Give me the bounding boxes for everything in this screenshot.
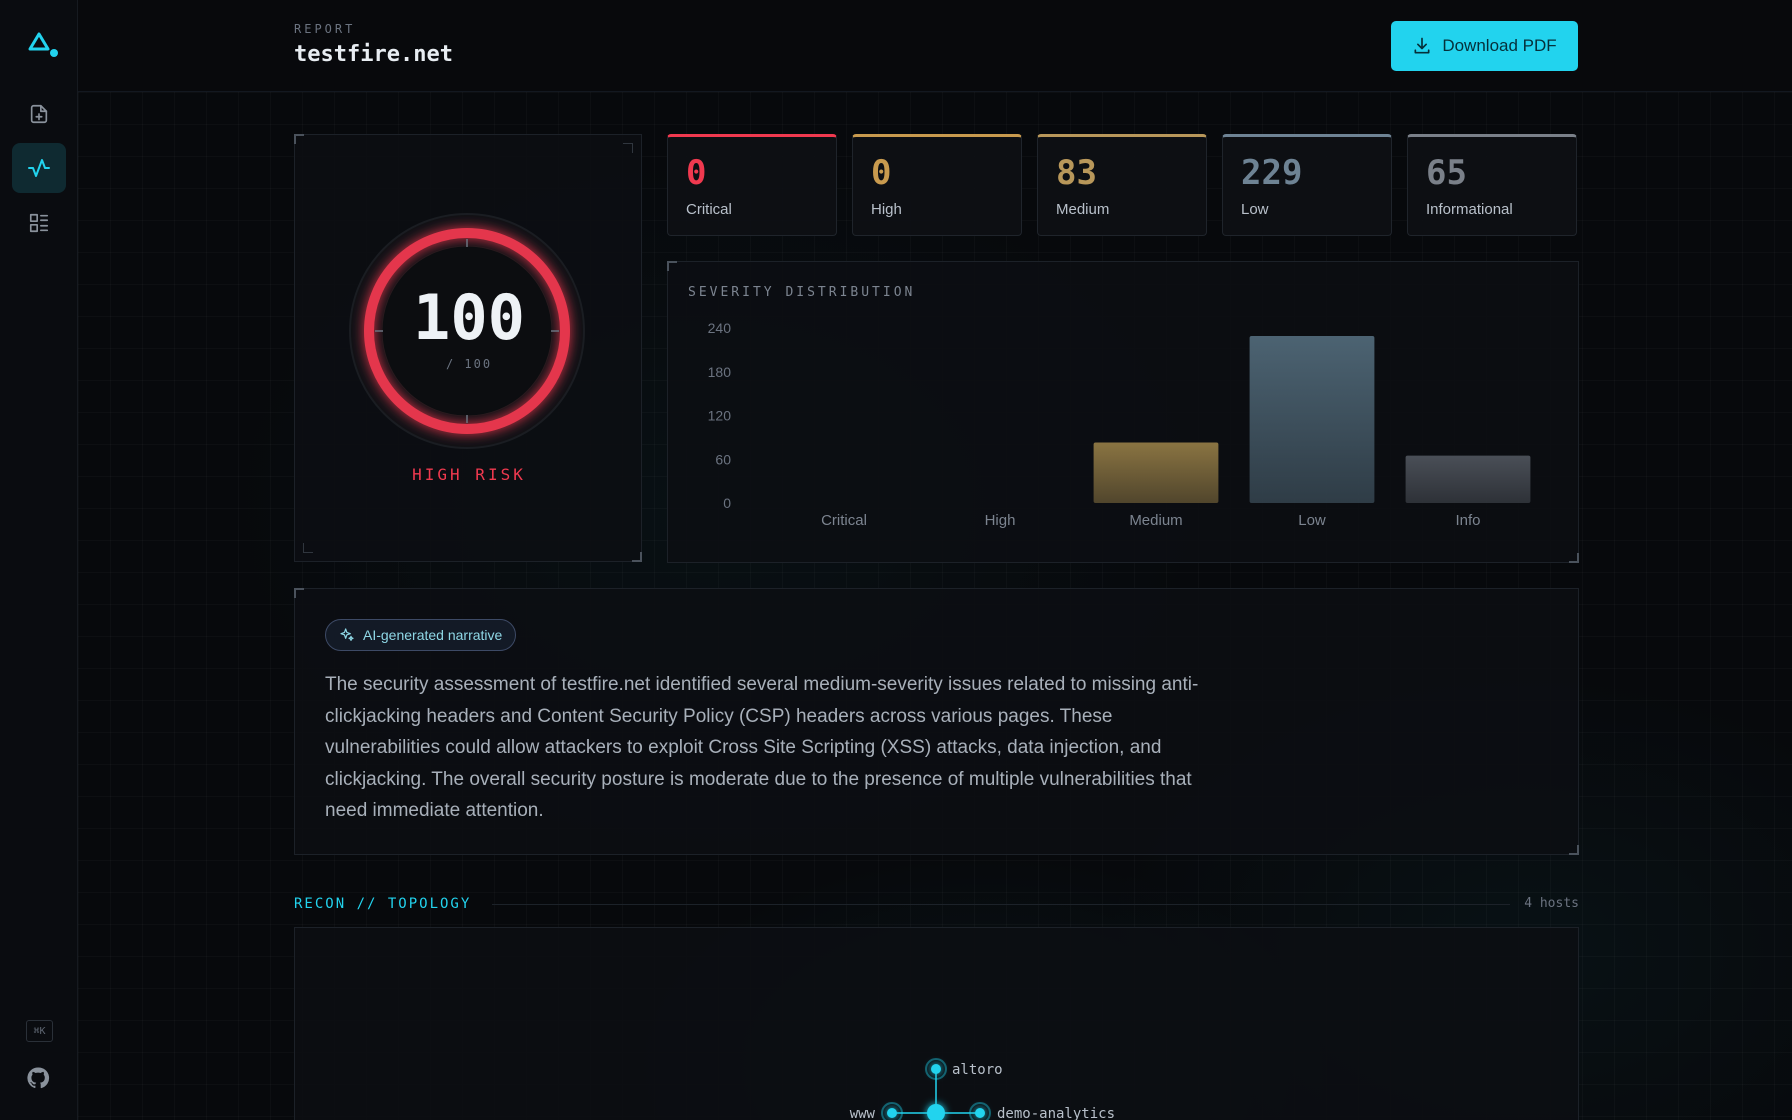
stat-value: 65 [1426,153,1467,193]
bar-info[interactable] [1405,455,1531,503]
narrative-text: The security assessment of testfire.net … [325,674,1199,821]
stat-card-critical: 0 Critical [667,134,837,236]
topology-node-label: www [850,1106,876,1120]
topology-node-demo-analytics[interactable]: demo-analytics [969,1102,1115,1120]
risk-score-max: / 100 [445,357,493,371]
corner-decoration [294,134,304,144]
list-grid-icon [29,213,49,233]
ai-narrative-badge-label: AI-generated narrative [363,627,503,643]
page-title: testfire.net [294,42,453,67]
severity-bar-chart: 0 60 120 180 240 Critical High Medium Low Info [708,320,1531,529]
risk-score-panel: 100 / 100 HIGH RISK [294,134,642,562]
y-tick-label: 180 [708,364,732,380]
shortcut-badge: ⌘K [26,1020,53,1042]
stat-card-medium: 83 Medium [1037,134,1207,236]
x-tick-label: Low [1298,512,1326,529]
top-bar: REPORT testfire.net Download PDF [78,0,1792,92]
topology-node-altoro[interactable]: altoro [925,1058,1003,1080]
host-count: 4 hosts [1524,896,1579,911]
y-tick-label: 60 [715,451,731,467]
stat-label: High [871,201,902,218]
stat-label: Low [1241,201,1269,218]
activity-icon [28,159,50,177]
stat-card-low: 229 Low [1222,134,1392,236]
file-plus-icon [30,104,48,124]
topology-panel: altoro www demo-analytics [294,927,1579,1120]
topology-node-label: demo-analytics [997,1106,1115,1120]
stat-value: 0 [686,153,707,193]
topology-node-root[interactable] [927,1104,945,1120]
sidebar-item-activity[interactable] [12,143,66,193]
sidebar-item-new-report[interactable] [12,89,66,139]
stat-label: Informational [1426,201,1513,218]
corner-decoration [623,143,633,153]
risk-level-label: HIGH RISK [412,465,526,484]
stat-label: Critical [686,201,732,218]
bar-medium[interactable] [1093,442,1219,503]
report-label: REPORT [294,22,356,36]
download-icon [1414,37,1430,54]
narrative-panel: AI-generated narrative The security asse… [294,588,1579,855]
stat-value: 83 [1056,153,1097,193]
y-tick-label: 240 [708,320,732,336]
stat-card-informational: 65 Informational [1407,134,1577,236]
logo-icon[interactable] [26,30,60,60]
bar-low[interactable] [1249,336,1375,503]
corner-decoration [632,552,642,562]
download-pdf-button[interactable]: Download PDF [1391,21,1578,71]
y-tick-label: 120 [708,408,732,424]
y-tick-label: 0 [723,495,731,511]
stat-value: 229 [1241,153,1303,193]
sidebar-item-dashboard[interactable] [12,198,66,248]
severity-chart-panel: SEVERITY DISTRIBUTION 0 60 120 180 240 Critic… [667,261,1579,563]
corner-decoration [303,543,313,553]
stat-label: Medium [1056,201,1110,218]
x-tick-label: High [985,512,1016,529]
x-tick-label: Medium [1129,512,1182,529]
github-icon[interactable] [26,1066,50,1090]
x-tick-label: Info [1455,512,1480,529]
risk-score-value: 100 [413,281,525,354]
topology-node-www[interactable]: www [850,1102,903,1120]
ai-narrative-badge: AI-generated narrative [325,619,517,651]
sidebar: ⌘K [0,0,78,1120]
section-divider [492,904,1510,905]
stat-value: 0 [871,153,892,193]
topology-node-label: altoro [952,1062,1003,1078]
sparkles-icon [340,628,354,641]
corner-decoration [1569,845,1579,855]
corner-decoration [294,588,304,598]
topology-graph: altoro www demo-analytics [850,1058,1115,1120]
stat-card-high: 0 High [852,134,1022,236]
x-tick-label: Critical [821,512,867,529]
topology-section-title: RECON // TOPOLOGY [294,896,472,912]
download-pdf-label: Download PDF [1442,36,1557,55]
